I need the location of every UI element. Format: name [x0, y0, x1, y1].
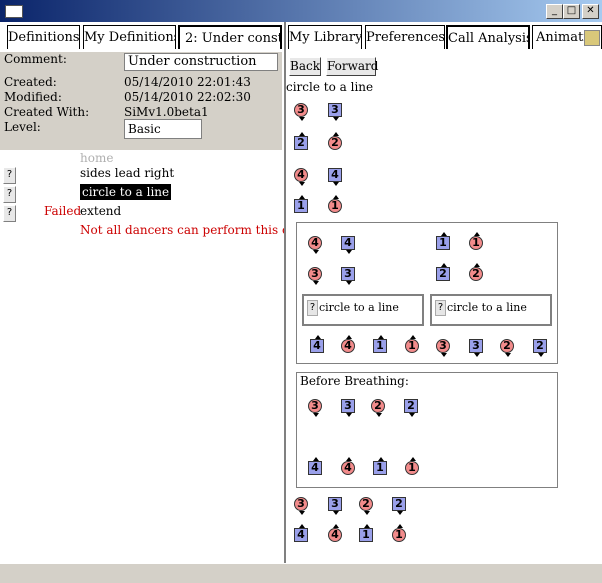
level-label: Level:: [4, 120, 41, 134]
call-home[interactable]: home: [80, 151, 113, 165]
tab-my-library[interactable]: My Library: [288, 25, 362, 49]
maximize-button[interactable]: □: [563, 4, 580, 19]
minimize-button[interactable]: _: [546, 4, 563, 19]
dancer-boy-4: 4: [341, 236, 355, 254]
dancer-girl-2: 2: [328, 132, 342, 150]
dancer-boy-1: 1: [359, 524, 373, 542]
before-breathing-label: Before Breathing:: [300, 374, 409, 388]
dancer-girl-2: 2: [500, 339, 514, 357]
dancer-boy-3: 3: [341, 267, 355, 285]
dancer-boy-4: 4: [310, 335, 324, 353]
sub-call-box-1[interactable]: ? circle to a line: [302, 294, 424, 326]
dancer-boy-3: 3: [328, 497, 342, 515]
dancer-boy-3: 3: [341, 399, 355, 417]
dancer-boy-1: 1: [373, 457, 387, 475]
dancer-girl-3: 3: [308, 267, 322, 285]
dancer-boy-2: 2: [392, 497, 406, 515]
dancer-girl-3: 3: [436, 339, 450, 357]
dancer-girl-3: 3: [294, 497, 308, 515]
back-button[interactable]: Back: [289, 57, 321, 76]
dancer-boy-4: 4: [308, 457, 322, 475]
call-extend[interactable]: extend: [80, 204, 121, 218]
modified-label: Modified:: [4, 90, 62, 104]
dancer-girl-3: 3: [294, 103, 308, 121]
sequence-info-panel: Comment: Under construction Created: 05/…: [0, 52, 282, 150]
created-label: Created:: [4, 75, 57, 89]
tab-under-construction[interactable]: 2: Under construc: [178, 25, 282, 49]
modified-value: 05/14/2010 22:02:30: [124, 90, 251, 104]
tab-my-definitions[interactable]: My Definitions: [83, 25, 176, 49]
comment-field[interactable]: Under construction: [124, 53, 278, 71]
dancer-boy-2: 2: [436, 263, 450, 281]
animation-icon: [584, 30, 600, 46]
title-bar: _ □ ✕: [0, 0, 602, 22]
level-field[interactable]: Basic: [124, 119, 202, 139]
status-failed: Failed: [44, 204, 82, 218]
dancer-boy-1: 1: [294, 195, 308, 213]
forward-button[interactable]: Forward: [326, 57, 378, 76]
call-circle-to-a-line[interactable]: circle to a line: [80, 184, 172, 200]
dancer-boy-3: 3: [328, 103, 342, 121]
call-sides-lead-right[interactable]: sides lead right: [80, 166, 174, 180]
dancer-girl-2: 2: [469, 263, 483, 281]
help-button[interactable]: ?: [3, 167, 16, 184]
dancer-boy-2: 2: [404, 399, 418, 417]
dancer-girl-1: 1: [392, 524, 406, 542]
dancer-girl-4: 4: [341, 457, 355, 475]
tab-animation[interactable]: Animati: [532, 25, 602, 49]
dancer-girl-4: 4: [328, 524, 342, 542]
created-with-label: Created With:: [4, 105, 90, 119]
dancer-boy-1: 1: [436, 232, 450, 250]
help-button[interactable]: ?: [435, 300, 446, 316]
tab-preferences[interactable]: Preferences: [365, 25, 445, 49]
dancer-girl-1: 1: [469, 232, 483, 250]
dancer-girl-2: 2: [359, 497, 373, 515]
dancer-boy-3: 3: [469, 339, 483, 357]
tab-definitions[interactable]: Definitions: [7, 25, 80, 49]
created-with-value: SiMv1.0beta1: [124, 105, 209, 119]
dancer-girl-1: 1: [405, 457, 419, 475]
dancer-girl-4: 4: [308, 236, 322, 254]
sub-call-label: circle to a line: [447, 301, 527, 314]
dancer-girl-2: 2: [371, 399, 385, 417]
help-button[interactable]: ?: [3, 205, 16, 222]
help-button[interactable]: ?: [3, 186, 16, 203]
close-button[interactable]: ✕: [582, 4, 599, 19]
dancer-boy-4: 4: [328, 168, 342, 186]
before-breathing-frame: [296, 372, 558, 488]
sub-call-label: circle to a line: [319, 301, 399, 314]
created-value: 05/14/2010 22:01:43: [124, 75, 251, 89]
right-pane: My Library Preferences Call Analysis Ani…: [284, 22, 602, 563]
comment-label: Comment:: [4, 52, 67, 66]
dancer-girl-1: 1: [328, 195, 342, 213]
dancer-boy-2: 2: [294, 132, 308, 150]
error-message: Not all dancers can perform this call: [80, 223, 304, 237]
dancer-boy-1: 1: [373, 335, 387, 353]
dancer-boy-4: 4: [294, 524, 308, 542]
tab-call-analysis[interactable]: Call Analysis: [446, 25, 530, 49]
dancer-girl-3: 3: [308, 399, 322, 417]
part-breakdown-frame: [296, 222, 558, 364]
tab-animation-label: Animati: [536, 30, 588, 45]
dancer-girl-4: 4: [341, 335, 355, 353]
dancer-girl-1: 1: [405, 335, 419, 353]
left-pane: Definitions My Definitions 2: Under cons…: [0, 22, 304, 563]
analysis-call-title: circle to a line: [286, 80, 374, 94]
sub-call-box-2[interactable]: ? circle to a line: [430, 294, 552, 326]
help-button[interactable]: ?: [307, 300, 318, 316]
status-bar: [0, 563, 602, 583]
app-icon: [5, 5, 23, 18]
dancer-boy-2: 2: [533, 339, 547, 357]
dancer-girl-4: 4: [294, 168, 308, 186]
